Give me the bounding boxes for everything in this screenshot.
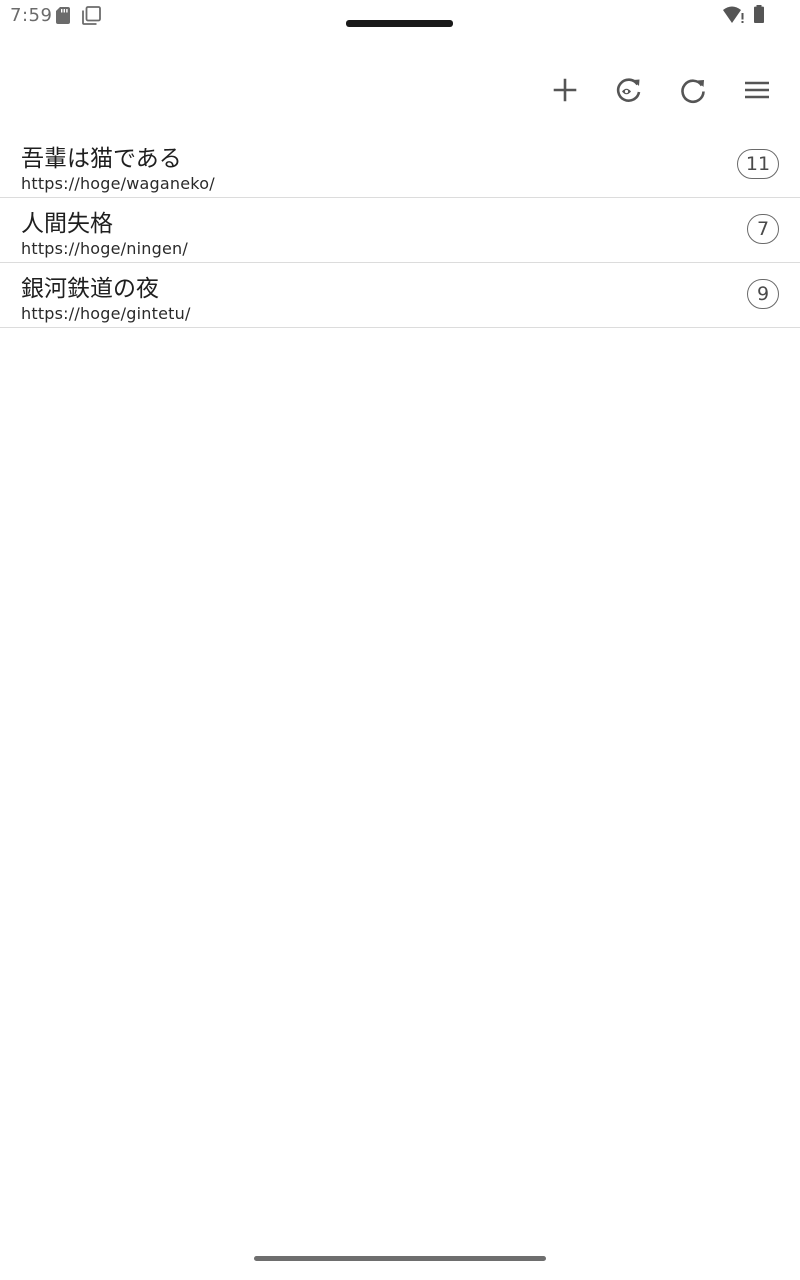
refresh-icon	[681, 79, 705, 104]
count-badge: 7	[747, 214, 779, 244]
status-bar: 7:59	[0, 0, 800, 34]
hamburger-menu-icon	[745, 81, 769, 99]
wifi-alert-icon	[723, 6, 744, 23]
book-url: https://hoge/ningen/	[21, 239, 188, 258]
count-badge: 9	[747, 279, 779, 309]
status-time: 7:59	[10, 5, 53, 26]
plus-icon	[553, 78, 577, 102]
list-item[interactable]: 人間失格 https://hoge/ningen/ 7	[0, 198, 800, 263]
book-title: 銀河鉄道の夜	[21, 276, 159, 302]
book-url: https://hoge/gintetu/	[21, 304, 191, 323]
battery-icon	[754, 5, 764, 23]
book-title: 吾輩は猫である	[21, 146, 182, 172]
book-url: https://hoge/waganeko/	[21, 174, 215, 193]
sync-eye-icon	[616, 78, 641, 102]
list-item[interactable]: 銀河鉄道の夜 https://hoge/gintetu/ 9	[0, 263, 800, 328]
menu-button[interactable]	[727, 60, 787, 120]
count-badge: 11	[737, 149, 779, 179]
copy-icon	[82, 6, 101, 25]
refresh-button[interactable]	[663, 60, 723, 120]
gesture-nav-bar[interactable]	[254, 1256, 546, 1261]
camera-notch-bar	[346, 20, 453, 27]
sync-button[interactable]	[599, 60, 659, 120]
app-screen: 7:59 吾輩は猫である https://hoge/waganeko/ 11 人…	[0, 0, 800, 1280]
sd-card-icon	[56, 7, 70, 24]
list-item[interactable]: 吾輩は猫である https://hoge/waganeko/ 11	[0, 133, 800, 198]
toolbar	[0, 60, 800, 120]
book-list: 吾輩は猫である https://hoge/waganeko/ 11 人間失格 h…	[0, 133, 800, 328]
book-title: 人間失格	[21, 211, 113, 237]
add-button[interactable]	[535, 60, 595, 120]
